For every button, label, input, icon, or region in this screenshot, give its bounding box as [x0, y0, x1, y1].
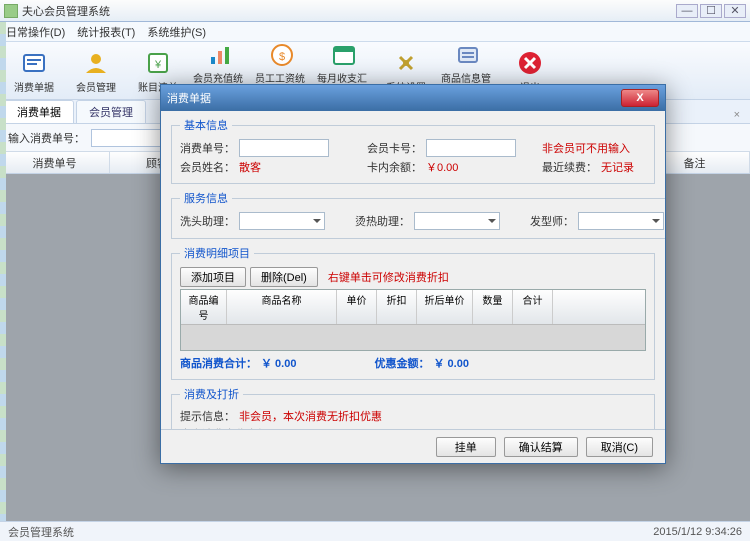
- add-item-button[interactable]: 添加项目: [180, 267, 246, 287]
- del-item-button[interactable]: 删除(Del): [250, 267, 318, 287]
- perm-label: 烫热助理：: [355, 213, 410, 229]
- minimize-button[interactable]: —: [676, 4, 698, 18]
- pay-fieldset: 消费及打折 提示信息： 非会员，本次消费无折扣优惠 本次消费应收金额： ￥0.0…: [171, 386, 655, 429]
- balance-label: 卡内余额：: [367, 159, 422, 175]
- payhint-label: 提示信息：: [180, 408, 235, 424]
- basic-fieldset: 基本信息 消费单号： 会员卡号： 非会员可不用输入 会员姓名： 散客 卡内余额：…: [171, 117, 655, 184]
- cancel-button[interactable]: 取消(C): [586, 437, 653, 457]
- menubar: 日常操作(D) 统计报表(T) 系统维护(S): [0, 22, 750, 42]
- confirm-button[interactable]: 确认结算: [504, 437, 578, 457]
- menu-report[interactable]: 统计报表(T): [77, 24, 135, 40]
- service-legend: 服务信息: [180, 190, 232, 206]
- menu-daily[interactable]: 日常操作(D): [6, 24, 65, 40]
- maximize-button[interactable]: ☐: [700, 4, 722, 18]
- tb-consume[interactable]: 消费单据: [6, 45, 62, 97]
- bill-label: 消费单号：: [180, 140, 235, 156]
- dialog-close-button[interactable]: X: [621, 89, 659, 107]
- close-button[interactable]: ✕: [724, 4, 746, 18]
- app-icon: [4, 4, 18, 18]
- pay-value: ￥0.00: [283, 426, 315, 429]
- disc-value: ￥ 0.00: [433, 355, 468, 371]
- last-label: 最近续费：: [542, 159, 597, 175]
- pay-legend: 消费及打折: [180, 386, 243, 402]
- total-value: ￥ 0.00: [261, 355, 296, 371]
- wash-label: 洗头助理：: [180, 213, 235, 229]
- payhint-value: 非会员，本次消费无折扣优惠: [239, 408, 382, 424]
- search-label: 输入消费单号：: [8, 130, 85, 146]
- items-fieldset: 消费明细项目 添加项目 删除(Del) 右键单击可修改消费折扣 商品编号 商品名…: [171, 245, 655, 380]
- wash-select[interactable]: [239, 212, 325, 230]
- bill-input[interactable]: [239, 139, 329, 157]
- basic-legend: 基本信息: [180, 117, 232, 133]
- total-label: 商品消费合计：: [180, 355, 257, 371]
- menu-system[interactable]: 系统维护(S): [147, 24, 206, 40]
- left-decor: [0, 22, 6, 521]
- pay-label: 本次消费应收金额：: [180, 426, 279, 429]
- disc-label: 优惠金额：: [374, 355, 429, 371]
- tab-member[interactable]: 会员管理: [76, 100, 146, 123]
- items-tip: 右键单击可修改消费折扣: [328, 269, 449, 285]
- hair-label: 发型师：: [530, 213, 574, 229]
- svg-text:$: $: [279, 51, 285, 63]
- status-time: 2015/1/12 9:34:26: [653, 526, 742, 538]
- svg-text:¥: ¥: [154, 59, 162, 71]
- col-price: 单价: [337, 290, 377, 324]
- balance-value: ￥0.00: [426, 159, 516, 175]
- col-qty: 数量: [473, 290, 513, 324]
- items-legend: 消费明细项目: [180, 245, 254, 261]
- col-name: 商品名称: [227, 290, 337, 324]
- service-fieldset: 服务信息 洗头助理： 烫热助理： 发型师：: [171, 190, 665, 239]
- col-sum: 合计: [513, 290, 553, 324]
- gh-billno: 消费单号: [0, 152, 110, 173]
- status-left: 会员管理系统: [8, 524, 74, 540]
- dialog-titlebar[interactable]: 消费单据 X: [161, 85, 665, 111]
- statusbar: 会员管理系统 2015/1/12 9:34:26: [0, 521, 750, 541]
- window-title: 夫心会员管理系统: [22, 3, 676, 19]
- name-value: 散客: [239, 159, 329, 175]
- col-code: 商品编号: [181, 290, 227, 324]
- tb-member[interactable]: 会员管理: [68, 45, 124, 97]
- name-label: 会员姓名：: [180, 159, 235, 175]
- tab-close[interactable]: ×: [728, 107, 746, 123]
- col-disc: 折扣: [377, 290, 417, 324]
- perm-select[interactable]: [414, 212, 500, 230]
- card-label: 会员卡号：: [367, 140, 422, 156]
- col-dprice: 折后单价: [417, 290, 473, 324]
- last-value: 无记录: [601, 159, 634, 175]
- hold-button[interactable]: 挂单: [436, 437, 496, 457]
- card-input[interactable]: [426, 139, 516, 157]
- card-hint: 非会员可不用输入: [542, 140, 630, 156]
- tab-consume[interactable]: 消费单据: [4, 100, 74, 123]
- dialog-footer: 挂单 确认结算 取消(C): [161, 429, 665, 463]
- items-grid: 商品编号 商品名称 单价 折扣 折后单价 数量 合计: [180, 289, 646, 351]
- window-titlebar: 夫心会员管理系统 — ☐ ✕: [0, 0, 750, 22]
- consume-dialog: 消费单据 X 基本信息 消费单号： 会员卡号： 非会员可不用输入 会员姓名： 散…: [160, 84, 666, 464]
- dialog-title: 消费单据: [167, 90, 621, 106]
- hair-select[interactable]: [578, 212, 664, 230]
